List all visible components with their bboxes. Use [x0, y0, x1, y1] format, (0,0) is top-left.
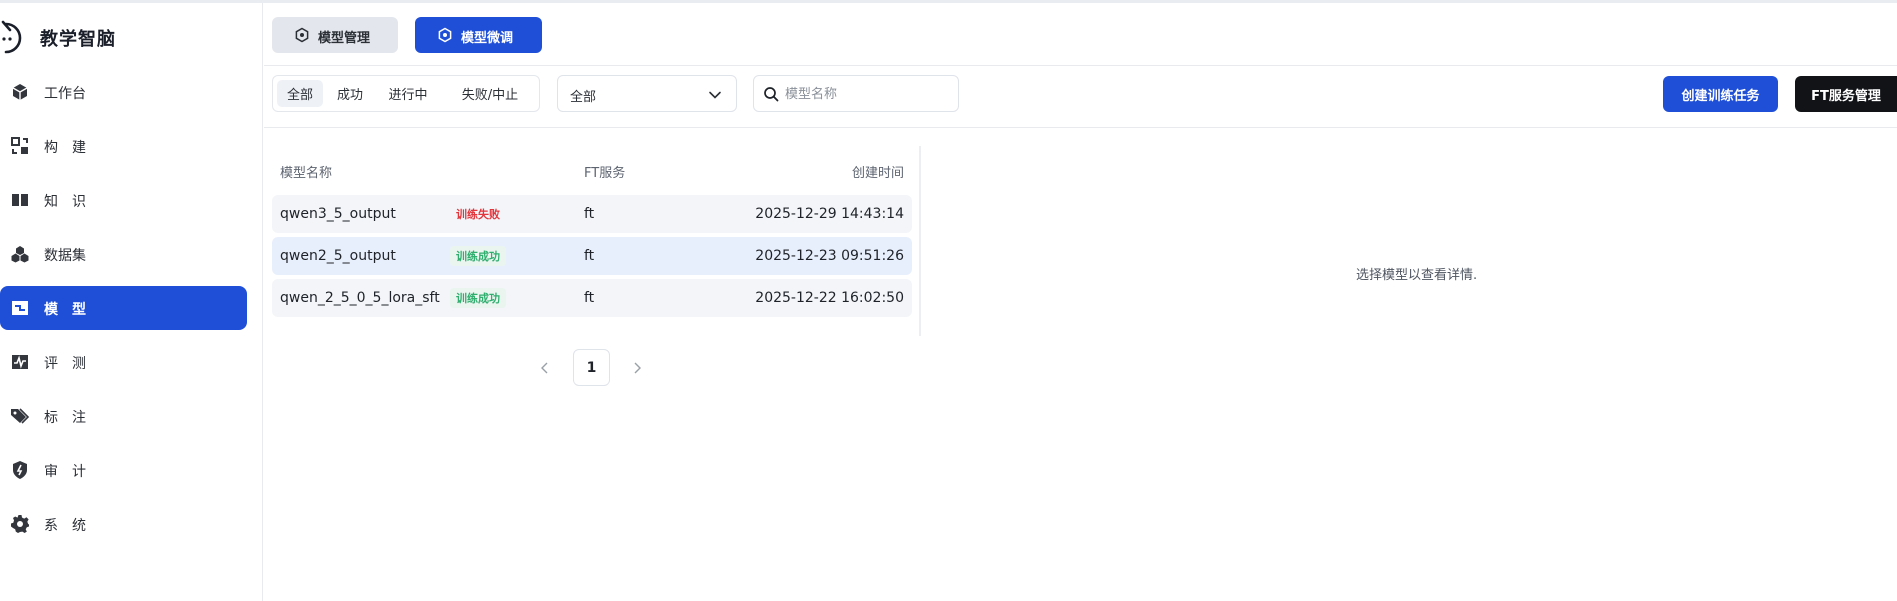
search-input[interactable]: [785, 82, 950, 106]
ft-service: ft: [584, 248, 595, 264]
sidebar-item-system[interactable]: 系 统: [0, 502, 247, 546]
ft-service: ft: [584, 290, 595, 306]
tag-icon: [10, 406, 30, 426]
model-name: qwen_2_5_0_5_lora_sft: [280, 290, 440, 306]
tab-model-finetune[interactable]: 模型微调: [415, 17, 542, 53]
shield-icon: [10, 460, 30, 480]
brand[interactable]: 教学智脑: [0, 17, 263, 57]
pagination: 1: [535, 349, 645, 387]
search-icon: [763, 86, 779, 102]
hexagon-icon: [437, 27, 453, 43]
build-icon: [10, 136, 30, 156]
sidebar-item-knowledge[interactable]: 知 识: [0, 178, 247, 222]
sidebar-item-workbench[interactable]: 工作台: [0, 70, 247, 114]
brand-logo-icon: [0, 18, 30, 58]
table-header: 模型名称 FT服务 创建时间: [272, 150, 912, 190]
sidebar-item-label: 构 建: [44, 140, 86, 156]
cube-icon: [10, 82, 30, 102]
search-box: [753, 75, 959, 112]
filter-all[interactable]: 全部: [277, 80, 323, 107]
sidebar-item-label: 审 计: [44, 464, 86, 480]
table-row[interactable]: qwen_2_5_0_5_lora_sft 训练成功 ft 2025-12-22…: [272, 279, 912, 317]
tab-label: 模型管理: [318, 31, 371, 46]
tab-model-management[interactable]: 模型管理: [272, 17, 398, 53]
dataset-icon: [10, 244, 30, 264]
status-badge: 训练成功: [450, 288, 506, 308]
filter-in-progress[interactable]: 进行中: [377, 80, 439, 107]
sidebar-item-build[interactable]: 构 建: [0, 124, 247, 168]
sidebar-item-model[interactable]: 模 型: [0, 286, 247, 330]
chevron-right-icon[interactable]: [627, 358, 647, 378]
detail-empty-message: 选择模型以查看详情.: [1356, 268, 1478, 283]
model-icon: [10, 298, 30, 318]
status-badge: 训练成功: [450, 246, 506, 266]
tab-label: 模型微调: [461, 31, 514, 46]
top-tab-bar: 模型管理 模型微调: [264, 3, 1897, 66]
ft-service-manage-button[interactable]: FT服务管理: [1795, 76, 1897, 112]
sidebar-item-audit[interactable]: 审 计: [0, 448, 247, 492]
column-header-time: 创建时间: [851, 166, 904, 181]
book-icon: [10, 190, 30, 210]
create-training-task-button[interactable]: 创建训练任务: [1663, 76, 1778, 112]
sidebar-item-label: 评 测: [44, 356, 86, 372]
hexagon-icon: [294, 27, 310, 43]
select-value: 全部: [570, 90, 597, 105]
column-header-ft: FT服务: [584, 166, 626, 181]
sidebar-item-evaluation[interactable]: 评 测: [0, 340, 247, 384]
ft-service-select[interactable]: 全部: [557, 75, 737, 112]
table-row[interactable]: qwen3_5_output 训练失败 ft 2025-12-29 14:43:…: [272, 195, 912, 233]
sidebar-item-dataset[interactable]: 数据集: [0, 232, 247, 276]
created-time: 2025-12-29 14:43:14: [755, 206, 904, 222]
created-time: 2025-12-22 16:02:50: [755, 290, 904, 306]
status-filter-group: 全部 成功 进行中 失败/中止: [272, 75, 540, 112]
sidebar-item-label: 系 统: [44, 518, 86, 534]
ft-service: ft: [584, 206, 595, 222]
sidebar-item-label: 工作台: [44, 86, 86, 102]
brand-name: 教学智脑: [40, 29, 116, 50]
chevron-down-icon: [708, 87, 722, 101]
model-name: qwen3_5_output: [280, 206, 396, 222]
sidebar-item-label: 数据集: [44, 248, 86, 264]
filter-toolbar: 全部 成功 进行中 失败/中止 全部 创建训练任务 FT服务管理: [264, 66, 1897, 128]
gear-icon: [10, 514, 30, 534]
table-row[interactable]: qwen2_5_output 训练成功 ft 2025-12-23 09:51:…: [272, 237, 912, 275]
model-name: qwen2_5_output: [280, 248, 396, 264]
column-header-name: 模型名称: [280, 166, 333, 181]
pulse-icon: [10, 352, 30, 372]
panel-divider: [919, 146, 921, 336]
sidebar-item-annotation[interactable]: 标 注: [0, 394, 247, 438]
filter-failed-stopped[interactable]: 失败/中止: [443, 80, 537, 107]
sidebar-item-label: 模 型: [44, 302, 86, 318]
app-root: 教学智脑 工作台 构 建 知 识 数据集 模 型 评 测 标 注 审 计 系 统…: [0, 0, 1897, 601]
status-badge: 训练失败: [456, 208, 500, 221]
sidebar-item-label: 知 识: [44, 194, 86, 210]
page-number-current[interactable]: 1: [573, 349, 610, 386]
filter-success[interactable]: 成功: [327, 80, 373, 107]
sidebar: 教学智脑 工作台 构 建 知 识 数据集 模 型 评 测 标 注 审 计 系 统: [0, 3, 263, 601]
sidebar-item-label: 标 注: [44, 410, 86, 426]
created-time: 2025-12-23 09:51:26: [755, 248, 904, 264]
chevron-left-icon[interactable]: [535, 358, 555, 378]
